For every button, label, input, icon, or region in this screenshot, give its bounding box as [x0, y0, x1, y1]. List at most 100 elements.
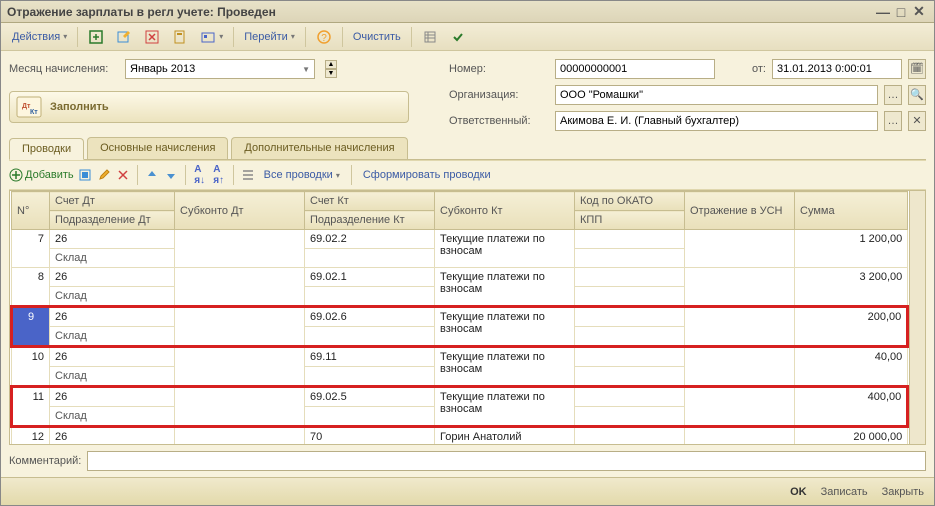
table-row[interactable]: 112669.02.5Текущие платежи по взносам400…: [12, 387, 908, 407]
row-number[interactable]: 8: [12, 268, 50, 307]
cell[interactable]: 26: [50, 387, 175, 407]
toolbar-icon-2[interactable]: [111, 26, 137, 48]
cell[interactable]: 69.11: [305, 347, 435, 367]
cell[interactable]: 69.02.5: [305, 387, 435, 407]
cell[interactable]: [575, 307, 685, 327]
cell[interactable]: [575, 347, 685, 367]
move-down-icon[interactable]: [163, 167, 179, 183]
org-input[interactable]: ООО "Ромашки": [555, 85, 878, 105]
cell[interactable]: [305, 249, 435, 268]
cell[interactable]: [685, 307, 795, 347]
table-row[interactable]: 102669.11Текущие платежи по взносам40,00: [12, 347, 908, 367]
toolbar-icon-3[interactable]: [139, 26, 165, 48]
number-input[interactable]: 00000000001: [555, 59, 715, 79]
close-button[interactable]: ✕: [910, 3, 928, 20]
cell[interactable]: [685, 230, 795, 268]
tab-osnovnye[interactable]: Основные начисления: [87, 137, 228, 159]
resp-input[interactable]: Акимова Е. И. (Главный бухгалтер): [555, 111, 878, 131]
cell[interactable]: [175, 307, 305, 347]
cell[interactable]: 69.02.6: [305, 307, 435, 327]
cell[interactable]: Текущие платежи по взносам: [435, 387, 575, 427]
date-input[interactable]: 31.01.2013 0:00:01: [772, 59, 902, 79]
cell[interactable]: [575, 427, 685, 446]
table-row[interactable]: 82669.02.1Текущие платежи по взносам3 20…: [12, 268, 908, 287]
cell[interactable]: 20 000,00: [795, 427, 908, 446]
cell[interactable]: [175, 347, 305, 387]
cell[interactable]: Текущие платежи по взносам: [435, 347, 575, 387]
tab-dopolnitelnye[interactable]: Дополнительные начисления: [231, 137, 407, 159]
col-schet-kt[interactable]: Счет Кт: [305, 192, 435, 211]
cell[interactable]: Горин Анатолий Петрович: [435, 427, 575, 446]
add-button[interactable]: Добавить: [9, 168, 74, 182]
toolbar-icon-4[interactable]: [167, 26, 193, 48]
cell[interactable]: Склад: [50, 249, 175, 268]
sub-icon-2[interactable]: [96, 167, 112, 183]
calendar-button[interactable]: 🗓: [908, 59, 926, 79]
cell[interactable]: 3 200,00: [795, 268, 908, 307]
cell[interactable]: 1 200,00: [795, 230, 908, 268]
vertical-scrollbar[interactable]: [909, 191, 925, 444]
clear-button[interactable]: Очистить: [348, 28, 406, 46]
toolbar-icon-5[interactable]: ▾: [195, 26, 228, 48]
cell[interactable]: [175, 230, 305, 268]
list-icon[interactable]: [240, 167, 256, 183]
cell[interactable]: [685, 347, 795, 387]
cell[interactable]: Склад: [50, 327, 175, 347]
col-schet-dt[interactable]: Счет Дт: [50, 192, 175, 211]
cell[interactable]: [175, 387, 305, 427]
cell[interactable]: 40,00: [795, 347, 908, 387]
cell[interactable]: 69.02.1: [305, 268, 435, 287]
cell[interactable]: 70: [305, 427, 435, 446]
sub-icon-1[interactable]: [77, 167, 93, 183]
cell[interactable]: [575, 230, 685, 249]
resp-clear-icon[interactable]: ✕: [908, 111, 926, 131]
ok-button[interactable]: OK: [790, 486, 807, 498]
cell[interactable]: 26: [50, 230, 175, 249]
col-usn[interactable]: Отражение в УСН: [685, 192, 795, 230]
cell[interactable]: [575, 367, 685, 387]
fill-button[interactable]: ДтКт Заполнить: [9, 91, 409, 123]
cell[interactable]: 26: [50, 347, 175, 367]
cell[interactable]: [575, 387, 685, 407]
table-row[interactable]: 72669.02.2Текущие платежи по взносам1 20…: [12, 230, 908, 249]
cell[interactable]: [575, 287, 685, 307]
save-button[interactable]: Записать: [821, 486, 868, 498]
cell[interactable]: [575, 249, 685, 268]
col-kpp[interactable]: КПП: [575, 211, 685, 230]
spin-up[interactable]: ▲: [325, 60, 337, 69]
toolbar-icon-7[interactable]: [445, 26, 471, 48]
col-sum[interactable]: Сумма: [795, 192, 908, 230]
move-up-icon[interactable]: [144, 167, 160, 183]
col-okato[interactable]: Код по ОКАТО: [575, 192, 685, 211]
row-number[interactable]: 12: [12, 427, 50, 446]
cell[interactable]: 26: [50, 427, 175, 446]
col-num[interactable]: N°: [12, 192, 50, 230]
provodki-table[interactable]: N° Счет Дт Субконто Дт Счет Кт Субконто …: [10, 191, 909, 445]
cell[interactable]: 26: [50, 307, 175, 327]
go-menu[interactable]: Перейти ▾: [239, 28, 300, 46]
actions-menu[interactable]: Действия ▾: [7, 28, 72, 46]
cell[interactable]: Склад: [50, 367, 175, 387]
org-ellipsis[interactable]: …: [884, 85, 902, 105]
cell[interactable]: [685, 268, 795, 307]
maximize-button[interactable]: □: [892, 4, 910, 20]
cell[interactable]: [175, 268, 305, 307]
spin-down[interactable]: ▼: [325, 69, 337, 78]
org-search-icon[interactable]: 🔍: [908, 85, 926, 105]
col-subconto-kt[interactable]: Субконто Кт: [435, 192, 575, 230]
cell[interactable]: [305, 407, 435, 427]
cell[interactable]: [575, 268, 685, 287]
row-number[interactable]: 11: [12, 387, 50, 427]
toolbar-icon-1[interactable]: [83, 26, 109, 48]
cell[interactable]: [305, 367, 435, 387]
cell[interactable]: [685, 387, 795, 427]
month-select[interactable]: Январь 2013 ▼: [125, 59, 315, 79]
cell[interactable]: 200,00: [795, 307, 908, 347]
row-number[interactable]: 9: [12, 307, 50, 347]
cell[interactable]: [685, 427, 795, 446]
col-podr-dt[interactable]: Подразделение Дт: [50, 211, 175, 230]
cell[interactable]: Текущие платежи по взносам: [435, 230, 575, 268]
cell[interactable]: [175, 427, 305, 446]
col-podr-kt[interactable]: Подразделение Кт: [305, 211, 435, 230]
row-number[interactable]: 10: [12, 347, 50, 387]
